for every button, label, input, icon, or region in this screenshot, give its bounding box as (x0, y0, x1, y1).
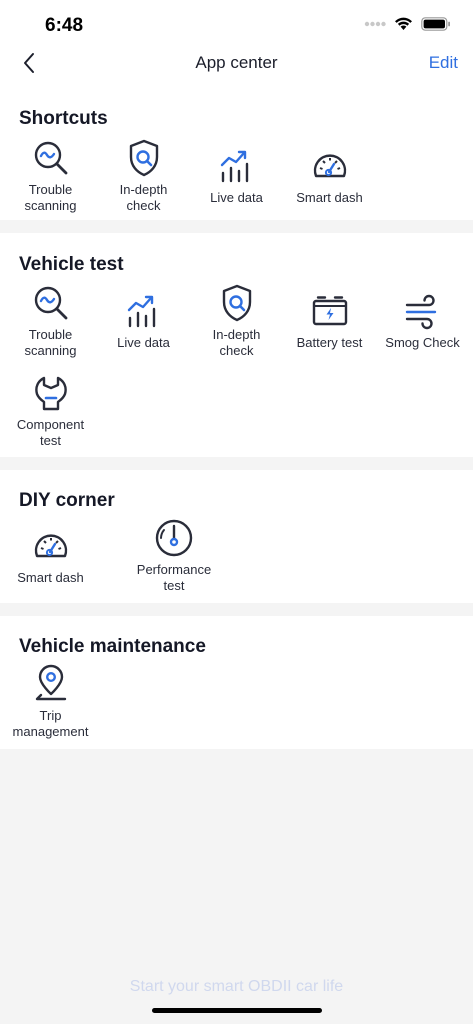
wifi-icon (395, 17, 412, 30)
tile-smog-check[interactable]: Smog Check (376, 289, 469, 351)
home-indicator[interactable] (152, 1008, 322, 1013)
tile-label: Component test (16, 417, 85, 448)
wrench-icon (29, 371, 73, 415)
tile-label: Live data (117, 335, 170, 350)
tile-trouble-scanning[interactable]: Trouble scanning (4, 136, 97, 214)
trouble-scan-icon (29, 281, 73, 325)
trouble-scan-icon (29, 136, 73, 180)
status-icons (364, 17, 451, 31)
section-title: DIY corner (19, 490, 115, 511)
tile-live-data[interactable]: Live data (190, 144, 283, 206)
battery-icon (308, 289, 352, 333)
footer-tagline: Start your smart OBDII car life (129, 978, 344, 995)
page-title: App center (195, 53, 278, 72)
section-vehicle-maintenance: Vehicle maintenance Trip management (0, 616, 473, 749)
tile-label: In-depth check (119, 182, 168, 213)
tile-trip-management[interactable]: Trip management (4, 662, 97, 740)
tile-in-depth-check[interactable]: In-depth check (97, 136, 190, 214)
live-data-icon (122, 289, 166, 333)
tile-label: Smart dash (296, 190, 363, 205)
tile-performance-test[interactable]: Performance test (124, 516, 224, 594)
shield-search-icon (122, 136, 166, 180)
tile-label: Performance test (136, 562, 212, 593)
status-bar: 6:48 (0, 0, 473, 50)
nav-bar: App center Edit (0, 50, 473, 96)
section-diy-corner: DIY corner Smart dash Performance test (0, 470, 473, 603)
tile-component-test[interactable]: Component test (4, 371, 97, 449)
tile-live-data[interactable]: Live data (97, 289, 190, 351)
tile-label: Trip management (12, 708, 89, 739)
location-pin-icon (29, 662, 73, 706)
tile-in-depth-check[interactable]: In-depth check (190, 281, 283, 359)
live-data-icon (215, 144, 259, 188)
edit-button[interactable]: Edit (429, 53, 458, 73)
section-shortcuts: Shortcuts Trouble scanning In-depth check … (0, 96, 473, 220)
shield-search-icon (215, 281, 259, 325)
section-title: Vehicle maintenance (19, 636, 206, 657)
wind-icon (401, 289, 445, 333)
tile-label: Smog Check (385, 335, 460, 350)
section-vehicle-test: Vehicle test Trouble scanning Live data I… (0, 233, 473, 457)
tile-trouble-scanning[interactable]: Trouble scanning (4, 281, 97, 359)
section-title: Shortcuts (19, 108, 108, 129)
performance-gauge-icon (152, 516, 196, 560)
tile-label: Trouble scanning (24, 327, 77, 358)
tile-label: Battery test (296, 335, 363, 350)
signal-dots-icon (364, 21, 386, 27)
battery-status-icon (421, 17, 450, 31)
tile-label: Trouble scanning (24, 182, 77, 213)
tile-battery-test[interactable]: Battery test (283, 289, 376, 351)
tile-smart-dash[interactable]: Smart dash (4, 524, 97, 586)
tile-label: Smart dash (17, 570, 84, 585)
gauge-icon (308, 144, 352, 188)
tile-label: In-depth check (212, 327, 261, 358)
gauge-icon (29, 524, 73, 568)
tile-label: Live data (210, 190, 263, 205)
status-time: 6:48 (45, 15, 84, 36)
tile-smart-dash[interactable]: Smart dash (283, 144, 376, 206)
section-title: Vehicle test (19, 254, 124, 275)
